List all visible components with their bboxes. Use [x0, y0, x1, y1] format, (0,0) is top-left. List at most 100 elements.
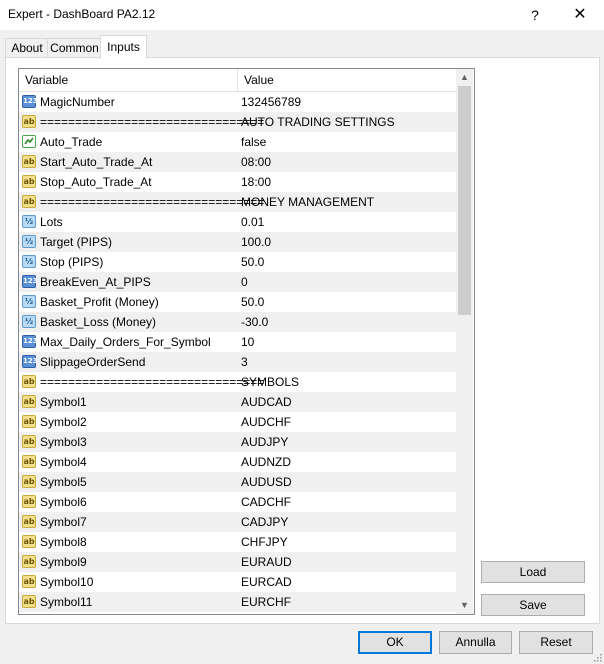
variable-cell[interactable]: ab Symbol9	[19, 552, 237, 572]
table-row[interactable]: ab ================================ AUTO T…	[19, 112, 456, 132]
string-type-icon: ab	[22, 195, 36, 208]
close-button[interactable]: ✕	[557, 0, 603, 30]
table-row[interactable]: ab Symbol4 AUDNZD	[19, 452, 456, 472]
value-cell[interactable]: CADCHF	[237, 492, 460, 512]
table-row[interactable]: Auto_Trade false	[19, 132, 456, 152]
variable-cell[interactable]: 123 MagicNumber	[19, 92, 237, 112]
variable-cell[interactable]: ab Symbol8	[19, 532, 237, 552]
table-row[interactable]: ab Symbol9 EURAUD	[19, 552, 456, 572]
variable-cell[interactable]: ½ Target (PIPS)	[19, 232, 237, 252]
column-header-value[interactable]: Value	[238, 69, 454, 91]
value-cell[interactable]: 0.01	[237, 212, 460, 232]
table-row[interactable]: ab Symbol10 EURCAD	[19, 572, 456, 592]
reset-button[interactable]: Reset	[519, 631, 593, 654]
value-cell[interactable]: EURCAD	[237, 572, 460, 592]
variable-cell[interactable]: ab Symbol5	[19, 472, 237, 492]
variable-name: ================================	[40, 115, 265, 129]
table-row[interactable]: ½ Lots 0.01	[19, 212, 456, 232]
value-cell[interactable]: MONEY MANAGEMENT	[237, 192, 460, 212]
variable-cell[interactable]: Auto_Trade	[19, 132, 237, 152]
value-cell[interactable]: AUDJPY	[237, 432, 460, 452]
table-row[interactable]: ab Symbol2 AUDCHF	[19, 412, 456, 432]
variable-cell[interactable]: ab Start_Auto_Trade_At	[19, 152, 237, 172]
variable-cell[interactable]: ab Symbol4	[19, 452, 237, 472]
variable-cell[interactable]: ab Symbol7	[19, 512, 237, 532]
table-row[interactable]: 123 MagicNumber 132456789	[19, 92, 456, 112]
ok-button[interactable]: OK	[358, 631, 432, 654]
value-cell[interactable]: 50.0	[237, 292, 460, 312]
variable-cell[interactable]: ab ================================	[19, 192, 264, 212]
value-cell[interactable]: false	[237, 132, 460, 152]
variable-cell[interactable]: 123 SlippageOrderSend	[19, 352, 237, 372]
table-row[interactable]: ab Symbol11 EURCHF	[19, 592, 456, 612]
variable-cell[interactable]: ½ Basket_Profit (Money)	[19, 292, 237, 312]
value-cell[interactable]: EURAUD	[237, 552, 460, 572]
value-cell[interactable]: 50.0	[237, 252, 460, 272]
table-row[interactable]: ½ Basket_Profit (Money) 50.0	[19, 292, 456, 312]
variable-cell[interactable]: ½ Stop (PIPS)	[19, 252, 237, 272]
variable-cell[interactable]: ab Symbol3	[19, 432, 237, 452]
variable-cell[interactable]: ab Symbol2	[19, 412, 237, 432]
vertical-scrollbar[interactable]: ▲ ▼	[456, 69, 473, 614]
value-cell[interactable]: 0	[237, 272, 460, 292]
table-row[interactable]: ab ================================ SYMBOL…	[19, 372, 456, 392]
value-cell[interactable]: -30.0	[237, 312, 460, 332]
table-row[interactable]: ½ Stop (PIPS) 50.0	[19, 252, 456, 272]
tab-common[interactable]: Common	[47, 38, 102, 58]
column-header-variable[interactable]: Variable	[19, 69, 238, 91]
variable-cell[interactable]: 123 BreakEven_At_PIPS	[19, 272, 237, 292]
table-row[interactable]: ab Symbol6 CADCHF	[19, 492, 456, 512]
value-cell[interactable]: 3	[237, 352, 460, 372]
value-cell[interactable]: 132456789	[237, 92, 460, 112]
table-row[interactable]: 123 Max_Daily_Orders_For_Symbol 10	[19, 332, 456, 352]
scrollbar-thumb[interactable]	[458, 86, 471, 315]
value-cell[interactable]: AUDCHF	[237, 412, 460, 432]
table-row[interactable]: 123 SlippageOrderSend 3	[19, 352, 456, 372]
variable-cell[interactable]: ab ================================	[19, 112, 264, 132]
variable-cell[interactable]: ab Symbol1	[19, 392, 237, 412]
load-button[interactable]: Load	[481, 561, 585, 583]
variable-cell[interactable]: ab Symbol6	[19, 492, 237, 512]
variable-cell[interactable]: ab ================================	[19, 372, 264, 392]
table-row[interactable]: ab Symbol1 AUDCAD	[19, 392, 456, 412]
table-row[interactable]: ½ Basket_Loss (Money) -30.0	[19, 312, 456, 332]
value-cell[interactable]: AUDNZD	[237, 452, 460, 472]
value-cell[interactable]: AUTO TRADING SETTINGS	[237, 112, 460, 132]
variable-cell[interactable]: 123 Max_Daily_Orders_For_Symbol	[19, 332, 237, 352]
string-type-icon: ab	[22, 395, 36, 408]
variable-cell[interactable]: ½ Lots	[19, 212, 237, 232]
save-button[interactable]: Save	[481, 594, 585, 616]
resize-grip-icon[interactable]	[592, 652, 602, 662]
table-row[interactable]: ½ Target (PIPS) 100.0	[19, 232, 456, 252]
variable-cell[interactable]: ab Symbol11	[19, 592, 237, 612]
table-row[interactable]: ab ================================ MONEY …	[19, 192, 456, 212]
variable-name: Symbol7	[40, 515, 87, 529]
help-button[interactable]: ?	[512, 0, 558, 30]
value-cell[interactable]: 08:00	[237, 152, 460, 172]
variable-cell[interactable]: ab Symbol10	[19, 572, 237, 592]
value-cell[interactable]: SYMBOLS	[237, 372, 460, 392]
table-row[interactable]: ab Stop_Auto_Trade_At 18:00	[19, 172, 456, 192]
variable-name: Symbol3	[40, 435, 87, 449]
value-cell[interactable]: CADJPY	[237, 512, 460, 532]
value-cell[interactable]: 18:00	[237, 172, 460, 192]
value-cell[interactable]: AUDUSD	[237, 472, 460, 492]
scroll-down-arrow-icon[interactable]: ▼	[456, 597, 473, 614]
value-cell[interactable]: CHFJPY	[237, 532, 460, 552]
table-row[interactable]: ab Start_Auto_Trade_At 08:00	[19, 152, 456, 172]
table-row[interactable]: ab Symbol8 CHFJPY	[19, 532, 456, 552]
variable-cell[interactable]: ab Stop_Auto_Trade_At	[19, 172, 237, 192]
tab-about[interactable]: About	[5, 38, 49, 58]
table-row[interactable]: ab Symbol3 AUDJPY	[19, 432, 456, 452]
table-row[interactable]: ab Symbol7 CADJPY	[19, 512, 456, 532]
table-row[interactable]: 123 BreakEven_At_PIPS 0	[19, 272, 456, 292]
value-cell[interactable]: 100.0	[237, 232, 460, 252]
value-cell[interactable]: AUDCAD	[237, 392, 460, 412]
value-cell[interactable]: 10	[237, 332, 460, 352]
tab-inputs[interactable]: Inputs	[100, 35, 147, 59]
value-cell[interactable]: EURCHF	[237, 592, 460, 612]
scroll-up-arrow-icon[interactable]: ▲	[456, 69, 473, 86]
variable-cell[interactable]: ½ Basket_Loss (Money)	[19, 312, 237, 332]
cancel-button[interactable]: Annulla	[439, 631, 512, 654]
table-row[interactable]: ab Symbol5 AUDUSD	[19, 472, 456, 492]
